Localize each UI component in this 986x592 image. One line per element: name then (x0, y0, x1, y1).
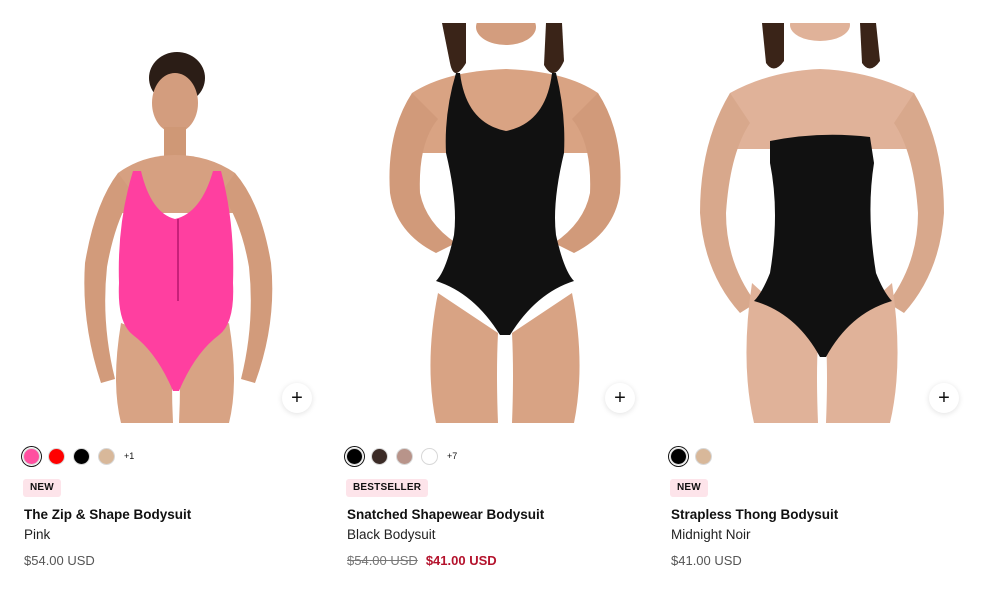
product-variant: Midnight Noir (671, 527, 751, 542)
sale-price: $41.00 USD (425, 553, 497, 568)
plus-icon: + (938, 387, 950, 409)
product-title[interactable]: Snatched Shapewear Bodysuit (347, 507, 544, 522)
product-card[interactable]: + NEW Strapless Thong Bodysuit Midnight … (647, 0, 964, 592)
product-card[interactable]: + +1 NEW The Zip & Shape Bodysuit Pink $… (0, 0, 317, 592)
product-title[interactable]: Strapless Thong Bodysuit (671, 507, 838, 522)
more-colors-link[interactable]: +1 (124, 451, 134, 461)
swatch-nude[interactable] (695, 447, 712, 465)
swatch-black[interactable] (73, 447, 90, 465)
status-badge: BESTSELLER (346, 479, 429, 497)
model-photo (700, 23, 944, 423)
product-price: $41.00 USD (671, 553, 742, 568)
swatch-black[interactable] (346, 447, 363, 465)
plus-icon: + (614, 387, 626, 409)
swatch-brown[interactable] (371, 447, 388, 465)
product-card[interactable]: + +7 BESTSELLER Snatched Shapewear Bodys… (323, 0, 640, 592)
more-colors-link[interactable]: +7 (447, 451, 457, 461)
product-title[interactable]: The Zip & Shape Bodysuit (24, 507, 191, 522)
product-image[interactable]: + (670, 23, 964, 423)
swatch-black[interactable] (670, 447, 687, 465)
swatch-mocha[interactable] (396, 447, 413, 465)
quick-add-button[interactable]: + (929, 383, 959, 413)
swatch-pink[interactable] (23, 447, 40, 465)
color-swatches (670, 447, 712, 465)
model-photo (84, 52, 273, 423)
quick-add-button[interactable]: + (605, 383, 635, 413)
status-badge: NEW (670, 479, 708, 497)
swatch-red[interactable] (48, 447, 65, 465)
model-photo (389, 23, 621, 423)
product-variant: Pink (24, 527, 51, 542)
price-row: $41.00 USD (671, 553, 742, 568)
price-row: $54.00 USD $41.00 USD (347, 553, 497, 568)
swatch-nude[interactable] (98, 447, 115, 465)
quick-add-button[interactable]: + (282, 383, 312, 413)
product-price: $54.00 USD (24, 553, 95, 568)
product-image[interactable]: + (346, 23, 640, 423)
color-swatches: +7 (346, 447, 457, 465)
color-swatches: +1 (23, 447, 134, 465)
plus-icon: + (291, 387, 303, 409)
status-badge: NEW (23, 479, 61, 497)
compare-price: $54.00 USD (347, 553, 418, 568)
product-image[interactable]: + (23, 23, 317, 423)
swatch-white[interactable] (421, 447, 438, 465)
product-variant: Black Bodysuit (347, 527, 436, 542)
price-row: $54.00 USD (24, 553, 95, 568)
